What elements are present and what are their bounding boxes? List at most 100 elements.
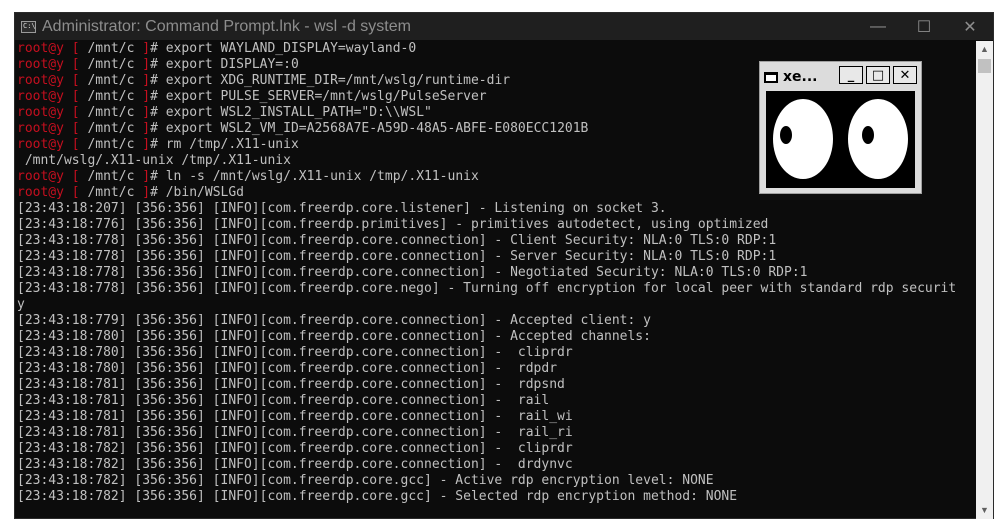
line-text: y	[17, 297, 25, 312]
output-line: [23:43:18:781] [356:356] [INFO][com.free…	[17, 425, 975, 441]
prompt-user: root@y	[17, 169, 64, 184]
title-bar[interactable]: C:\ Administrator: Command Prompt.lnk - …	[15, 13, 993, 40]
line-text: [23:43:18:778] [356:356] [INFO][com.free…	[17, 249, 777, 264]
output-line: [23:43:18:782] [356:356] [INFO][com.free…	[17, 441, 975, 457]
prompt-user: root@y	[17, 185, 64, 200]
right-eye-icon	[848, 99, 908, 179]
prompt-symbol: #	[150, 137, 166, 152]
line-text: export WSL2_INSTALL_PATH="D:\\WSL"	[165, 105, 432, 120]
prompt-symbol: #	[150, 169, 166, 184]
line-text: [23:43:18:781] [356:356] [INFO][com.free…	[17, 377, 565, 392]
prompt-user: root@y	[17, 89, 64, 104]
xeyes-title-bar[interactable]: xe... _ □ ✕	[764, 66, 917, 88]
line-text: /mnt/wslg/.X11-unix /tmp/.X11-unix	[17, 153, 291, 168]
output-line: [23:43:18:780] [356:356] [INFO][com.free…	[17, 361, 975, 377]
line-text: export PULSE_SERVER=/mnt/wslg/PulseServe…	[165, 89, 487, 104]
output-line: [23:43:18:780] [356:356] [INFO][com.free…	[17, 329, 975, 345]
prompt-symbol: #	[150, 41, 166, 56]
prompt-dir: [ /mnt/c ]	[63, 57, 151, 72]
maximize-button[interactable]: ☐	[901, 13, 947, 40]
prompt-user: root@y	[17, 73, 64, 88]
xeyes-canvas	[766, 91, 915, 188]
xeyes-title: xe...	[783, 69, 818, 85]
prompt-user: root@y	[17, 105, 64, 120]
close-button[interactable]: ✕	[947, 13, 993, 40]
line-text: [23:43:18:780] [356:356] [INFO][com.free…	[17, 345, 573, 360]
vertical-scrollbar[interactable]: ▲ ▼	[976, 41, 993, 519]
window-title: Administrator: Command Prompt.lnk - wsl …	[42, 17, 411, 35]
line-text: [23:43:18:780] [356:356] [INFO][com.free…	[17, 329, 651, 344]
prompt-user: root@y	[17, 41, 64, 56]
output-line: [23:43:18:779] [356:356] [INFO][com.free…	[17, 313, 975, 329]
prompt-symbol: #	[150, 105, 166, 120]
line-text: [23:43:18:207] [356:356] [INFO][com.free…	[17, 201, 667, 216]
xeyes-maximize-button[interactable]: □	[866, 66, 890, 84]
line-text: export XDG_RUNTIME_DIR=/mnt/wslg/runtime…	[165, 73, 511, 88]
xeyes-minimize-button[interactable]: _	[839, 66, 863, 84]
prompt-dir: [ /mnt/c ]	[63, 105, 151, 120]
output-line: [23:43:18:781] [356:356] [INFO][com.free…	[17, 377, 975, 393]
window-controls: — ☐ ✕	[855, 13, 993, 40]
prompt-dir: [ /mnt/c ]	[63, 137, 151, 152]
line-text: /bin/WSLGd	[165, 185, 245, 200]
prompt-dir: [ /mnt/c ]	[63, 185, 151, 200]
line-text: [23:43:18:782] [356:356] [INFO][com.free…	[17, 457, 573, 472]
line-text: [23:43:18:782] [356:356] [INFO][com.free…	[17, 473, 714, 488]
output-line: [23:43:18:207] [356:356] [INFO][com.free…	[17, 201, 975, 217]
prompt-dir: [ /mnt/c ]	[63, 121, 151, 136]
line-text: [23:43:18:781] [356:356] [INFO][com.free…	[17, 409, 573, 424]
output-line: [23:43:18:778] [356:356] [INFO][com.free…	[17, 265, 975, 281]
output-line: [23:43:18:782] [356:356] [INFO][com.free…	[17, 489, 975, 505]
output-line: [23:43:18:782] [356:356] [INFO][com.free…	[17, 457, 975, 473]
line-text: [23:43:18:780] [356:356] [INFO][com.free…	[17, 361, 558, 376]
prompt-user: root@y	[17, 57, 64, 72]
line-text: ln -s /mnt/wslg/.X11-unix /tmp/.X11-unix	[165, 169, 479, 184]
prompt-user: root@y	[17, 121, 64, 136]
prompt-dir: [ /mnt/c ]	[63, 73, 151, 88]
prompt-symbol: #	[150, 73, 166, 88]
line-text: [23:43:18:776] [356:356] [INFO][com.free…	[17, 217, 769, 232]
prompt-symbol: #	[150, 121, 166, 136]
output-line: [23:43:18:778] [356:356] [INFO][com.free…	[17, 249, 975, 265]
prompt-symbol: #	[150, 185, 166, 200]
line-text: [23:43:18:781] [356:356] [INFO][com.free…	[17, 393, 550, 408]
right-pupil-icon	[862, 126, 874, 144]
line-text: export WSL2_VM_ID=A2568A7E-A59D-48A5-ABF…	[165, 121, 589, 136]
xeyes-window[interactable]: xe... _ □ ✕	[759, 61, 922, 194]
xeyes-close-button[interactable]: ✕	[893, 66, 917, 84]
output-line: [23:43:18:780] [356:356] [INFO][com.free…	[17, 345, 975, 361]
eyes-graphic	[773, 99, 908, 179]
line-text: [23:43:18:781] [356:356] [INFO][com.free…	[17, 425, 573, 440]
window-icon	[764, 71, 778, 83]
line-text: [23:43:18:782] [356:356] [INFO][com.free…	[17, 489, 738, 504]
scroll-up-arrow-icon[interactable]: ▲	[976, 41, 993, 58]
prompt-dir: [ /mnt/c ]	[63, 169, 151, 184]
cmd-icon: C:\	[21, 20, 36, 33]
prompt-symbol: #	[150, 89, 166, 104]
prompt-dir: [ /mnt/c ]	[63, 41, 151, 56]
prompt-user: root@y	[17, 137, 64, 152]
line-text: rm /tmp/.X11-unix	[165, 137, 299, 152]
scroll-down-arrow-icon[interactable]: ▼	[976, 502, 993, 519]
prompt-dir: [ /mnt/c ]	[63, 89, 151, 104]
line-text: export WAYLAND_DISPLAY=wayland-0	[165, 41, 417, 56]
line-text: [23:43:18:778] [356:356] [INFO][com.free…	[17, 265, 808, 280]
output-line: [23:43:18:778] [356:356] [INFO][com.free…	[17, 281, 975, 297]
command-line: root@y [ /mnt/c ]# export WAYLAND_DISPLA…	[17, 41, 975, 57]
output-line: y	[17, 297, 975, 313]
xeyes-controls: _ □ ✕	[839, 66, 917, 84]
line-text: export DISPLAY=:0	[165, 57, 299, 72]
scrollbar-thumb[interactable]	[978, 59, 991, 73]
output-line: [23:43:18:778] [356:356] [INFO][com.free…	[17, 233, 975, 249]
line-text: [23:43:18:782] [356:356] [INFO][com.free…	[17, 441, 573, 456]
minimize-button[interactable]: —	[855, 13, 901, 40]
line-text: [23:43:18:779] [356:356] [INFO][com.free…	[17, 313, 651, 328]
left-pupil-icon	[780, 126, 792, 144]
output-line: [23:43:18:782] [356:356] [INFO][com.free…	[17, 473, 975, 489]
output-line: [23:43:18:776] [356:356] [INFO][com.free…	[17, 217, 975, 233]
line-text: [23:43:18:778] [356:356] [INFO][com.free…	[17, 281, 957, 296]
prompt-symbol: #	[150, 57, 166, 72]
output-line: [23:43:18:781] [356:356] [INFO][com.free…	[17, 393, 975, 409]
line-text: [23:43:18:778] [356:356] [INFO][com.free…	[17, 233, 777, 248]
output-line: [23:43:18:781] [356:356] [INFO][com.free…	[17, 409, 975, 425]
